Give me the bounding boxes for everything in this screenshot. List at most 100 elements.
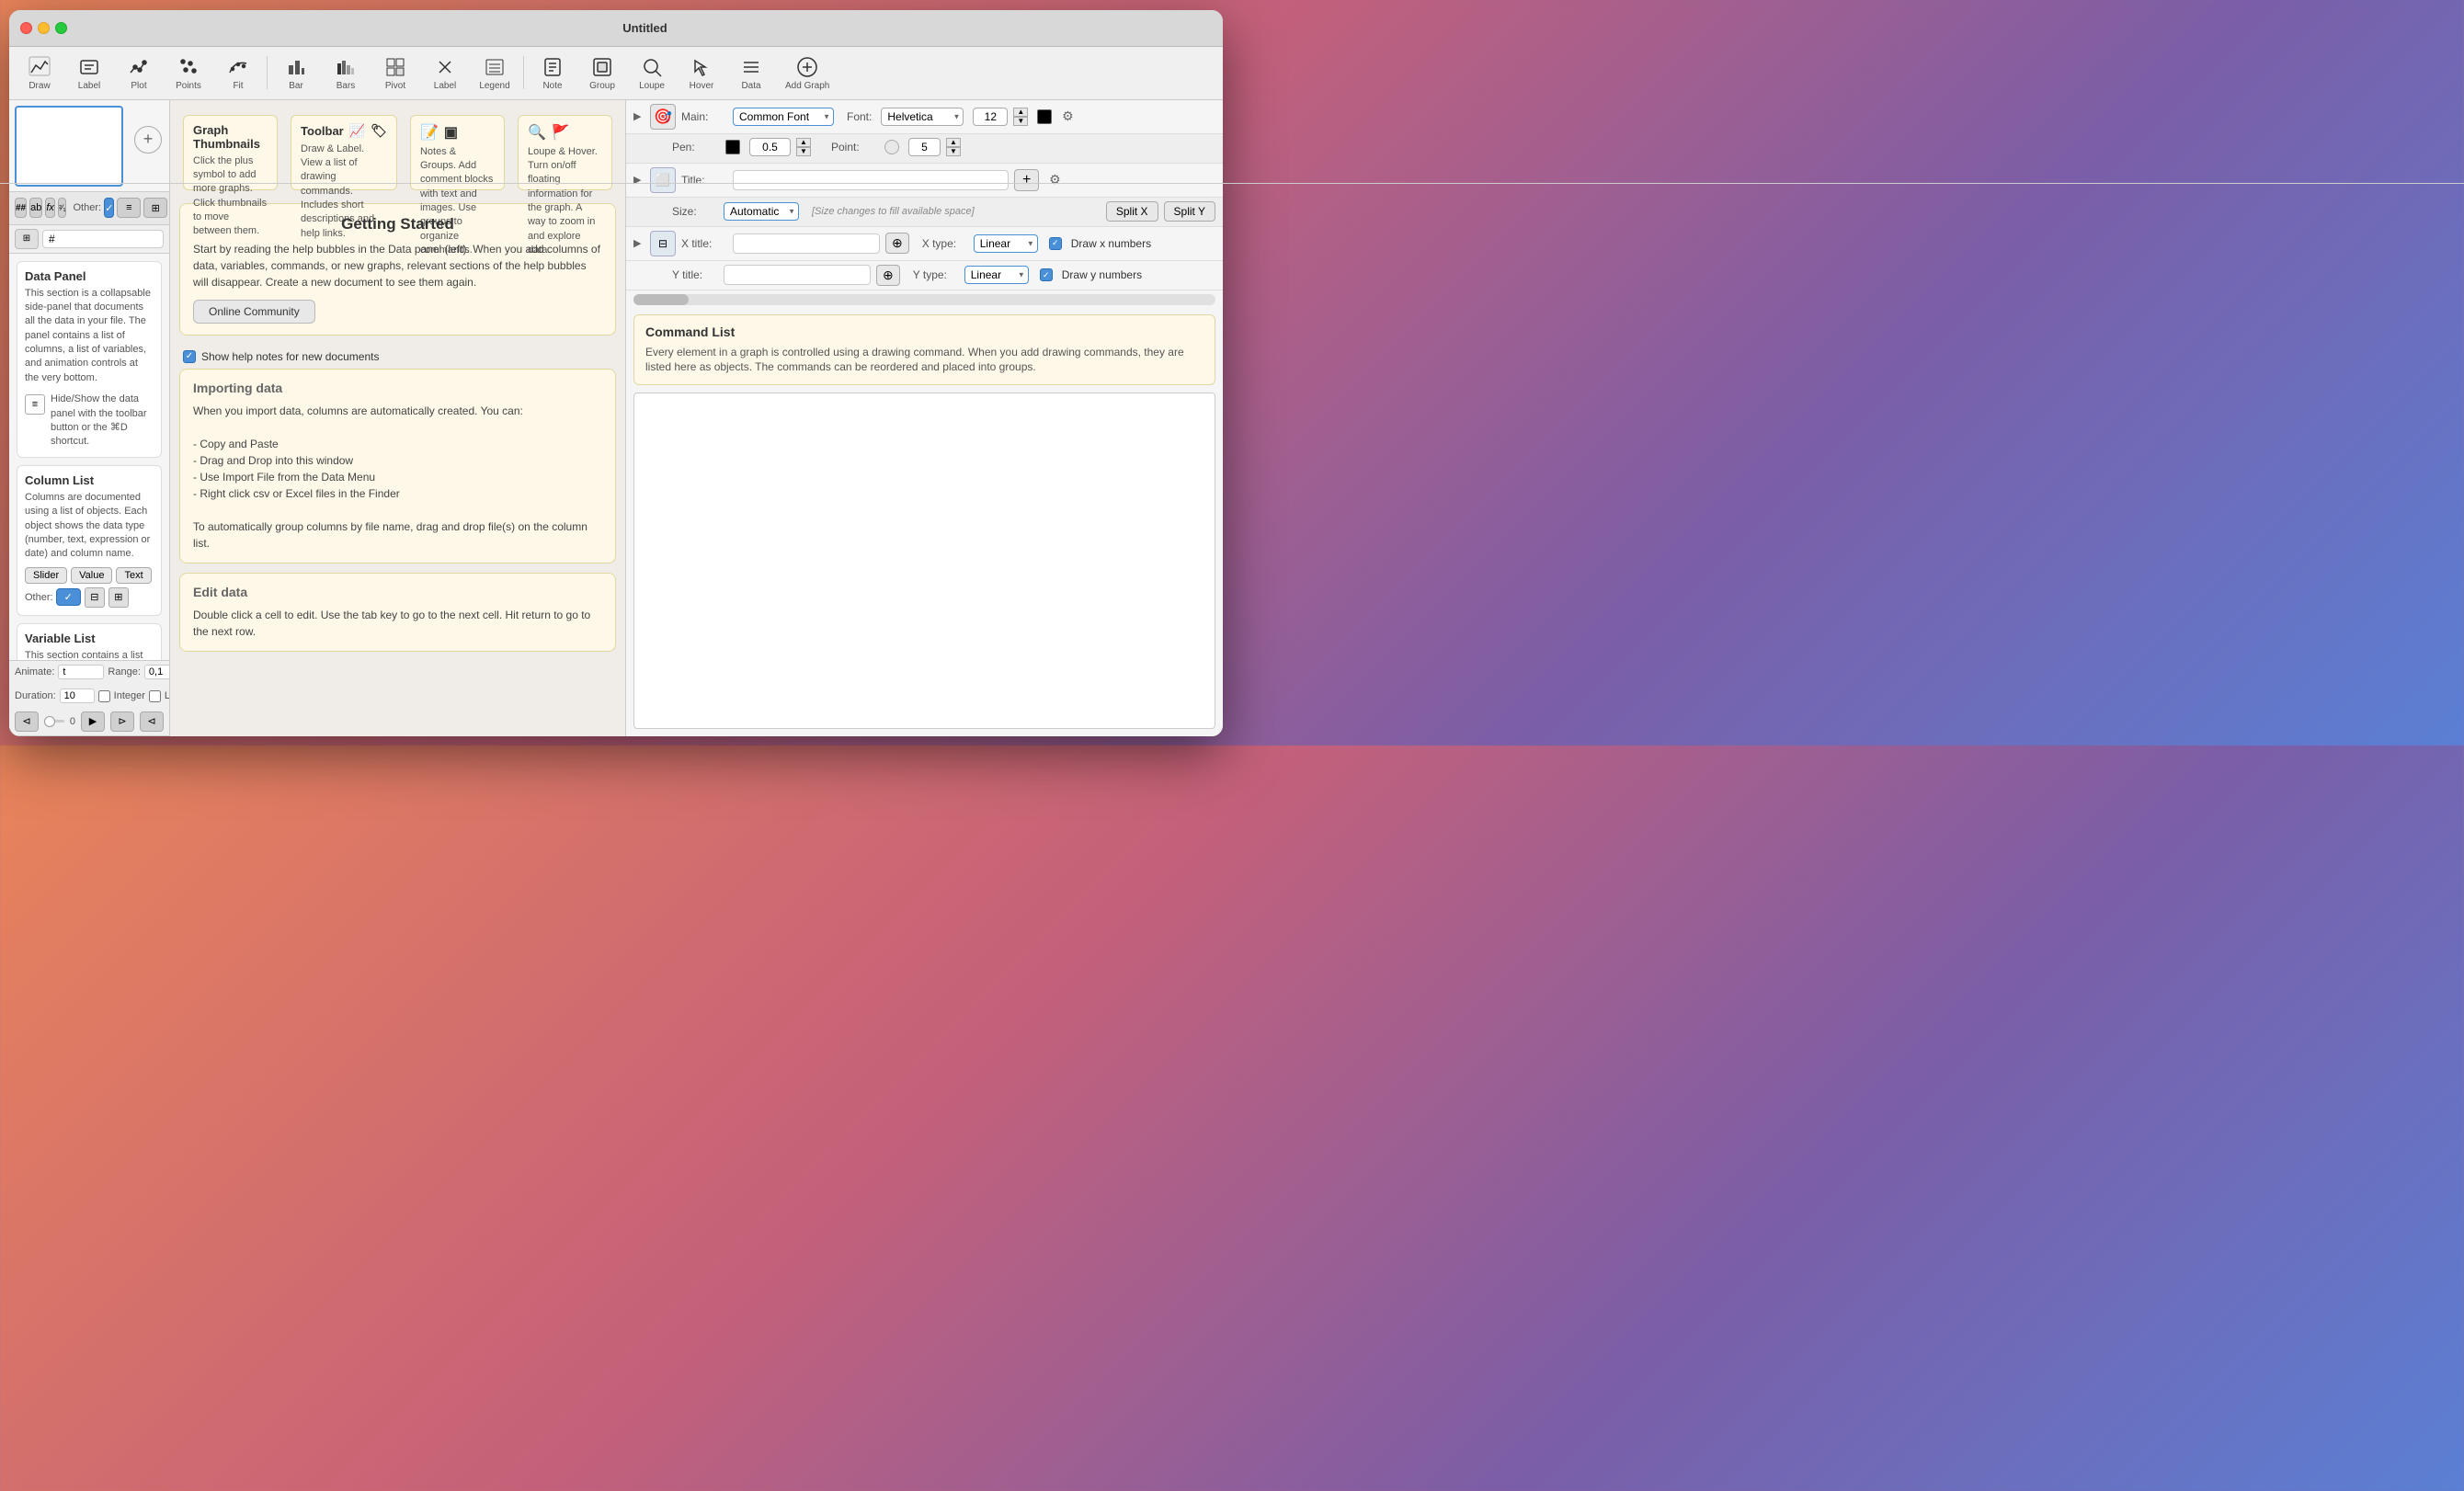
maximize-button[interactable]: [55, 22, 67, 34]
list-view-btn[interactable]: ≡: [117, 198, 141, 218]
shrink-btn[interactable]: ⊲: [140, 711, 164, 732]
col-print-btn[interactable]: ⊟: [85, 587, 105, 608]
col-btn-value[interactable]: Value: [71, 567, 112, 584]
online-community-button[interactable]: Online Community: [193, 300, 315, 324]
pen-size-down[interactable]: ▼: [796, 147, 811, 156]
y-title-plus-btn[interactable]: ⊕: [876, 265, 900, 286]
col-btn-text[interactable]: Text: [116, 567, 151, 584]
col-other-checkbox[interactable]: ✓: [56, 588, 81, 606]
close-button[interactable]: [20, 22, 32, 34]
split-y-btn[interactable]: Split Y: [1164, 201, 1215, 222]
back-btn[interactable]: ⊲: [15, 711, 39, 732]
bar-icon: [283, 54, 309, 80]
draw-y-checkbox[interactable]: ✓: [1040, 268, 1053, 281]
font-color-swatch[interactable]: [1037, 109, 1052, 124]
font-dropdown[interactable]: Common Font: [733, 108, 834, 126]
toolbar-data[interactable]: Data: [728, 51, 774, 95]
toolbar-label[interactable]: Label: [66, 51, 112, 95]
tool-btn-fx[interactable]: fx: [45, 198, 55, 218]
note-icon: [540, 54, 565, 80]
point-size-down[interactable]: ▼: [946, 147, 961, 156]
data-panel-icon: ≡: [25, 394, 45, 415]
pen-size-input[interactable]: [749, 138, 791, 156]
point-color-swatch[interactable]: [884, 140, 899, 154]
y-type-dropdown[interactable]: Linear: [964, 266, 1029, 284]
draw-x-label: Draw x numbers: [1071, 237, 1151, 250]
range-input[interactable]: [144, 665, 170, 679]
toolbar-add-graph[interactable]: Add Graph: [778, 51, 837, 95]
toolbar-plot[interactable]: Plot: [116, 51, 162, 95]
toolbar-note[interactable]: Note: [530, 51, 576, 95]
animate-value-input[interactable]: [58, 665, 104, 679]
hash-input-btn[interactable]: ⊞: [15, 229, 39, 249]
toolbar-group[interactable]: Group: [579, 51, 625, 95]
x-type-dropdown[interactable]: Linear: [974, 234, 1038, 253]
toolbar-bar[interactable]: Bar: [273, 51, 319, 95]
toolbar-card-title: Toolbar 📈 🏷: [301, 123, 387, 139]
y-title-input[interactable]: [724, 265, 871, 285]
main-settings-row: ▶ 🎯 Main: Common Font Font: Helvetica: [626, 100, 1223, 134]
toolbar-points[interactable]: Points: [165, 51, 211, 95]
toolbar-draw[interactable]: Draw: [17, 51, 63, 95]
play-btn[interactable]: ▶: [81, 711, 105, 732]
traffic-lights: [20, 22, 67, 34]
title-input[interactable]: [733, 170, 1009, 190]
toolbar-hover[interactable]: Hover: [679, 51, 724, 95]
command-list-title: Command List: [645, 324, 1203, 339]
horizontal-scrollbar[interactable]: [633, 294, 1215, 305]
other-checkbox[interactable]: ✓: [104, 198, 114, 218]
fit-label: Fit: [233, 81, 243, 91]
duration-input[interactable]: [60, 689, 95, 703]
point-size-up[interactable]: ▲: [946, 138, 961, 147]
loop-checkbox[interactable]: [149, 690, 161, 702]
title-plus-btn[interactable]: +: [1014, 169, 1039, 191]
font-size-stepper[interactable]: ▲ ▼: [1013, 108, 1028, 126]
toolbar-bars[interactable]: Bars: [323, 51, 369, 95]
search-input[interactable]: [42, 230, 164, 248]
main-label: Main:: [681, 110, 727, 123]
plot-icon: [126, 54, 152, 80]
main-gear-icon[interactable]: ⚙: [1057, 107, 1078, 127]
graph-canvas[interactable]: [633, 393, 1215, 728]
tool-btn-hash[interactable]: ##: [15, 198, 27, 218]
col-btn-slider[interactable]: Slider: [25, 567, 67, 584]
tool-btn-ab[interactable]: ab: [29, 198, 42, 218]
pen-size-stepper[interactable]: ▲ ▼: [796, 138, 811, 156]
size-dropdown[interactable]: Automatic: [724, 202, 799, 221]
font-name-dropdown-wrap: Helvetica: [881, 108, 964, 126]
main-toolbar: Draw Label Plot: [9, 47, 1223, 100]
x-title-input[interactable]: [733, 233, 880, 254]
font-size-up[interactable]: ▲: [1013, 108, 1028, 117]
grid-view-btn[interactable]: ⊞: [143, 198, 167, 218]
point-size-stepper[interactable]: ▲ ▼: [946, 138, 961, 156]
expand-btn[interactable]: ⊳: [110, 711, 134, 732]
pen-size-up[interactable]: ▲: [796, 138, 811, 147]
playback-slider[interactable]: [44, 720, 64, 723]
title-gear-icon[interactable]: ⚙: [1044, 170, 1065, 190]
toolbar-pivot[interactable]: Pivot: [372, 51, 418, 95]
group-icon: [589, 54, 615, 80]
add-thumbnail-button[interactable]: +: [134, 126, 162, 154]
font-name-dropdown[interactable]: Helvetica: [881, 108, 964, 126]
edit-data-card: Edit data Double click a cell to edit. U…: [179, 573, 616, 652]
toolbar-legend[interactable]: Legend: [472, 51, 518, 95]
tool-btn-fraction[interactable]: ²⁄₁: [58, 198, 67, 218]
toolbar-fit[interactable]: Fit: [215, 51, 261, 95]
draw-x-checkbox[interactable]: ✓: [1049, 237, 1062, 250]
graph-thumbnail[interactable]: [15, 106, 123, 187]
integer-checkbox[interactable]: [98, 690, 110, 702]
label-icon: [76, 54, 102, 80]
pen-color-swatch[interactable]: [725, 140, 740, 154]
point-size-input[interactable]: [908, 138, 941, 156]
toolbar-loupe[interactable]: Loupe: [629, 51, 675, 95]
x-title-plus-btn[interactable]: ⊕: [885, 233, 909, 254]
hover-icon: [689, 54, 714, 80]
col-grid-btn[interactable]: ⊞: [108, 587, 129, 608]
show-notes-checkbox[interactable]: ✓: [183, 350, 196, 363]
font-size-input[interactable]: [973, 108, 1008, 126]
data-icon: [738, 54, 764, 80]
minimize-button[interactable]: [38, 22, 50, 34]
toolbar-label2[interactable]: Label: [422, 51, 468, 95]
split-x-btn[interactable]: Split X: [1106, 201, 1158, 222]
font-size-down[interactable]: ▼: [1013, 117, 1028, 126]
